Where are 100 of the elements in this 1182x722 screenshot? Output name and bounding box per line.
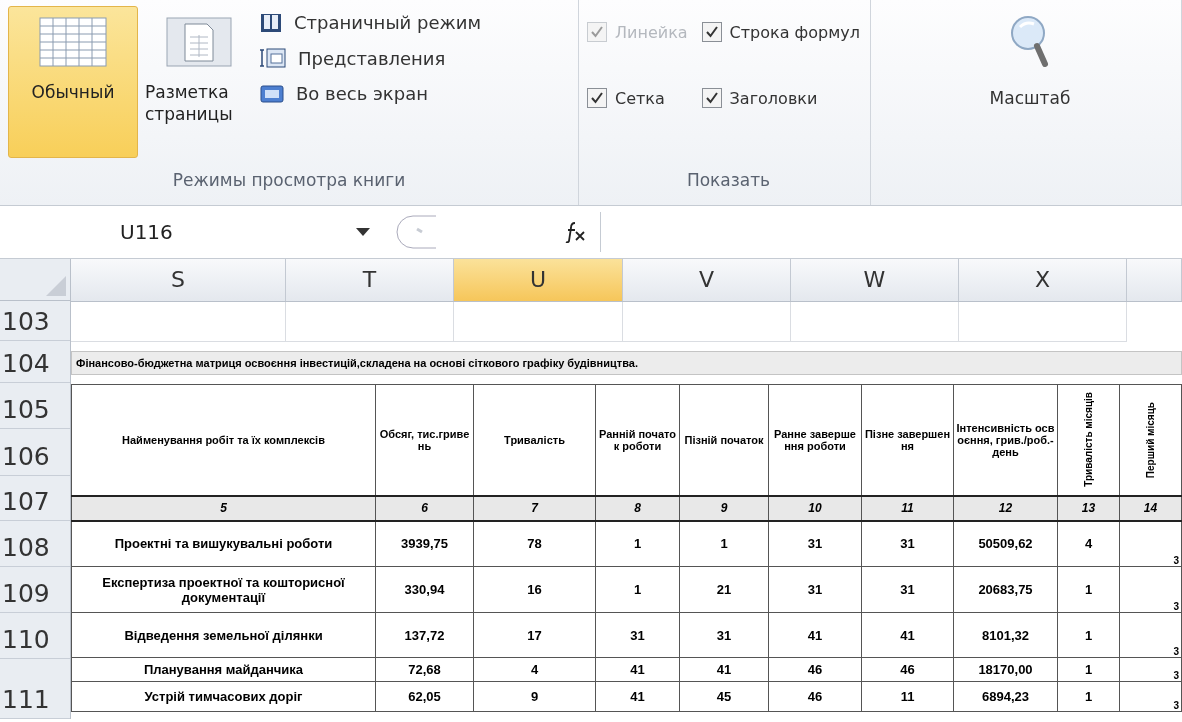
table-cell: 41 xyxy=(679,657,769,682)
table-cell: 18170,00 xyxy=(953,657,1058,682)
checkbox[interactable] xyxy=(587,88,607,108)
views-icon xyxy=(260,47,286,69)
table-header: Перший місяць xyxy=(1119,384,1182,496)
row-header[interactable]: 109 xyxy=(0,567,70,613)
page-icon xyxy=(166,17,232,67)
table-cell: 4 xyxy=(1057,520,1120,567)
table-cell: 41 xyxy=(768,612,862,658)
checkbox-option[interactable]: Сетка xyxy=(587,88,688,108)
table-cell: 3 xyxy=(1119,657,1182,682)
column-header[interactable]: S xyxy=(71,259,286,301)
row-header[interactable]: 106 xyxy=(0,429,70,476)
table-cell: 41 xyxy=(595,657,680,682)
checkbox[interactable] xyxy=(701,88,722,108)
empty-cell[interactable] xyxy=(623,302,791,342)
grid-icon xyxy=(39,17,107,67)
group-label: Показать xyxy=(685,169,772,192)
table-cell: 45 xyxy=(679,681,769,712)
table-cell: Відведення земельної ділянки xyxy=(71,612,376,658)
table-cell: 6 xyxy=(375,495,474,521)
table-cell: 12 xyxy=(953,495,1058,521)
table-cell: 31 xyxy=(768,566,862,613)
empty-cell[interactable] xyxy=(959,302,1127,342)
table-cell: 1 xyxy=(1057,612,1120,658)
column-header[interactable]: V xyxy=(623,259,791,301)
table-cell: 1 xyxy=(1057,657,1120,682)
table-cell: Устрій тимчасових доріг xyxy=(71,681,376,712)
view-button[interactable]: Разметка страницы xyxy=(142,6,256,158)
table-cell: 9 xyxy=(473,681,596,712)
table-header: Обсяг, тис.гривень xyxy=(375,384,474,496)
view-button[interactable]: Обычный xyxy=(8,6,138,158)
table-cell: 31 xyxy=(861,566,954,613)
row-header[interactable]: 111 xyxy=(0,659,70,719)
table-cell: 8101,32 xyxy=(953,612,1058,658)
table-cell: 14 xyxy=(1119,495,1182,521)
table-cell: 3 xyxy=(1119,681,1182,712)
table-cell: 330,94 xyxy=(375,566,474,613)
table-cell: 6894,23 xyxy=(953,681,1058,712)
table-cell: 72,68 xyxy=(375,657,474,682)
table-cell: 46 xyxy=(861,657,954,682)
table-cell: 11 xyxy=(861,495,954,521)
table-cell: 8 xyxy=(595,495,680,521)
table-cell: 50509,62 xyxy=(953,520,1058,567)
table-header: Пізній початок xyxy=(679,384,769,496)
table-cell: 78 xyxy=(473,520,596,567)
empty-cell[interactable] xyxy=(791,302,959,342)
row-header[interactable]: 108 xyxy=(0,521,70,567)
checkbox-option[interactable]: Строка формул xyxy=(701,22,860,42)
table-cell: 10 xyxy=(768,495,862,521)
empty-cell[interactable] xyxy=(71,302,286,342)
table-cell: 11 xyxy=(861,681,954,712)
table-cell: 20683,75 xyxy=(953,566,1058,613)
table-header: Пізне завершення xyxy=(861,384,954,496)
table-cell: Проектні та вишукувальні роботи xyxy=(71,520,376,567)
table-cell: 9 xyxy=(679,495,769,521)
table-cell: 17 xyxy=(473,612,596,658)
table-cell: 31 xyxy=(861,520,954,567)
table-cell: 7 xyxy=(473,495,596,521)
select-all-icon[interactable] xyxy=(46,276,66,296)
view-mode-button[interactable]: Во весь экран xyxy=(260,83,481,104)
empty-cell[interactable] xyxy=(454,302,623,342)
table-cell: 31 xyxy=(595,612,680,658)
column-header[interactable]: X xyxy=(959,259,1127,301)
table-cell: 16 xyxy=(473,566,596,613)
name-box[interactable]: U116 xyxy=(0,220,384,244)
column-header[interactable]: U xyxy=(454,259,623,301)
table-cell: 3 xyxy=(1119,566,1182,613)
table-header: Тривалість місяців xyxy=(1057,384,1120,496)
row-header[interactable]: 105 xyxy=(0,383,70,429)
table-cell: 1 xyxy=(595,520,680,567)
row-header[interactable]: 103 xyxy=(0,301,70,341)
table-cell: 13 xyxy=(1057,495,1120,521)
table-header: Ранній початок роботи xyxy=(595,384,680,496)
table-cell: 137,72 xyxy=(375,612,474,658)
group-label: Режимы просмотра книги xyxy=(171,169,407,192)
screen-icon xyxy=(260,83,284,104)
view-mode-button[interactable]: Представления xyxy=(260,47,481,69)
checkbox-option[interactable]: Заголовки xyxy=(701,88,860,108)
table-cell: 1 xyxy=(1057,566,1120,613)
zoom-button[interactable]: Масштаб xyxy=(879,14,1181,108)
table-cell: Планування майданчика xyxy=(71,657,376,682)
table-cell: 1 xyxy=(1057,681,1120,712)
row-header[interactable]: 104 xyxy=(0,341,70,383)
row-header[interactable]: 110 xyxy=(0,613,70,659)
function-icon[interactable] xyxy=(564,221,588,243)
table-cell: 31 xyxy=(768,520,862,567)
checkbox[interactable] xyxy=(701,22,722,42)
table-header: Найменування робіт та їх комплексів xyxy=(71,384,376,496)
table-cell: 4 xyxy=(473,657,596,682)
table-cell: 41 xyxy=(861,612,954,658)
view-mode-button[interactable]: Страничный режим xyxy=(260,12,481,33)
table-cell: 41 xyxy=(595,681,680,712)
empty-cell[interactable] xyxy=(286,302,454,342)
row-header[interactable]: 107 xyxy=(0,476,70,521)
table-cell: 3939,75 xyxy=(375,520,474,567)
table-cell: 5 xyxy=(71,495,376,521)
table-cell: Експертиза проектної та кошторисної документації xyxy=(71,566,376,613)
dropdown-caret-icon xyxy=(356,228,370,236)
column-header[interactable]: W xyxy=(791,259,959,301)
